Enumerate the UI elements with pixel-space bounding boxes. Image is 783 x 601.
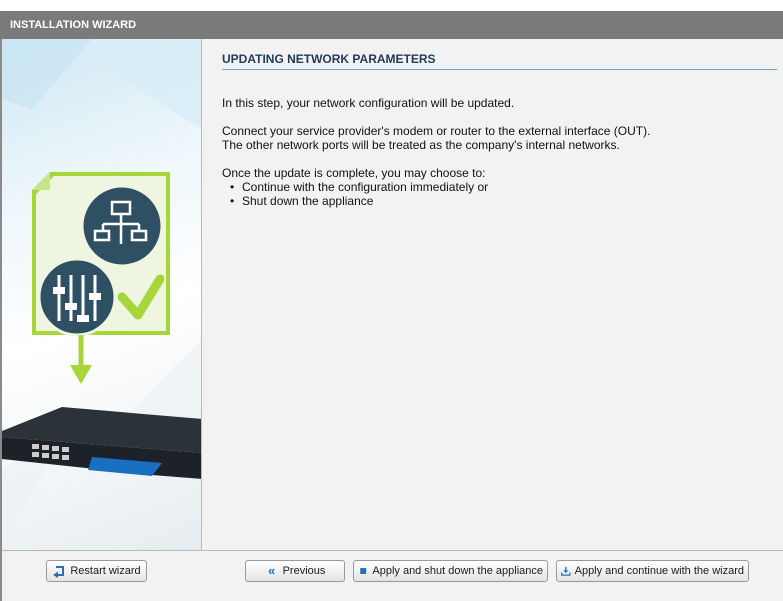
- restart-icon: [53, 566, 65, 578]
- restart-wizard-button[interactable]: Restart wizard: [46, 560, 147, 582]
- choice-intro: Once the update is complete, you may cho…: [222, 166, 486, 180]
- connect-line-1: Connect your service provider's modem or…: [222, 124, 651, 138]
- connect-instructions: Connect your service provider's modem or…: [222, 124, 777, 152]
- network-update-illustration: [2, 39, 201, 550]
- list-item: Continue with the configuration immediat…: [230, 180, 777, 194]
- window-title: INSTALLATION WIZARD: [0, 11, 783, 39]
- apply-continue-label: Apply and continue with the wizard: [574, 565, 744, 577]
- wizard-illustration-panel: [2, 39, 202, 550]
- intro-text: In this step, your network configuration…: [222, 96, 515, 110]
- page-title: UPDATING NETWORK PARAMETERS: [222, 52, 777, 70]
- network-diagram-icon: [80, 184, 164, 268]
- content-area: UPDATING NETWORK PARAMETERS In this step…: [203, 39, 783, 550]
- previous-label: Previous: [282, 565, 326, 577]
- apply-shutdown-button[interactable]: Apply and shut down the appliance: [353, 560, 548, 582]
- previous-button[interactable]: « Previous: [245, 560, 345, 582]
- instructions-text: In this step, your network configuration…: [222, 96, 777, 208]
- list-item: Shut down the appliance: [230, 194, 777, 208]
- stop-square-icon: [360, 568, 367, 574]
- settings-sliders-icon: [37, 257, 117, 337]
- wizard-footer: Restart wizard « Previous Apply and shut…: [2, 550, 783, 601]
- apply-shutdown-label: Apply and shut down the appliance: [372, 565, 543, 577]
- arrow-down-icon: [70, 335, 92, 384]
- apply-continue-button[interactable]: Apply and continue with the wizard: [556, 560, 749, 582]
- connect-line-2: The other network ports will be treated …: [222, 138, 620, 152]
- double-chevron-left-icon: «: [267, 563, 276, 578]
- download-apply-icon: [561, 566, 571, 576]
- options-list: Continue with the configuration immediat…: [222, 180, 777, 208]
- restart-wizard-label: Restart wizard: [70, 565, 141, 577]
